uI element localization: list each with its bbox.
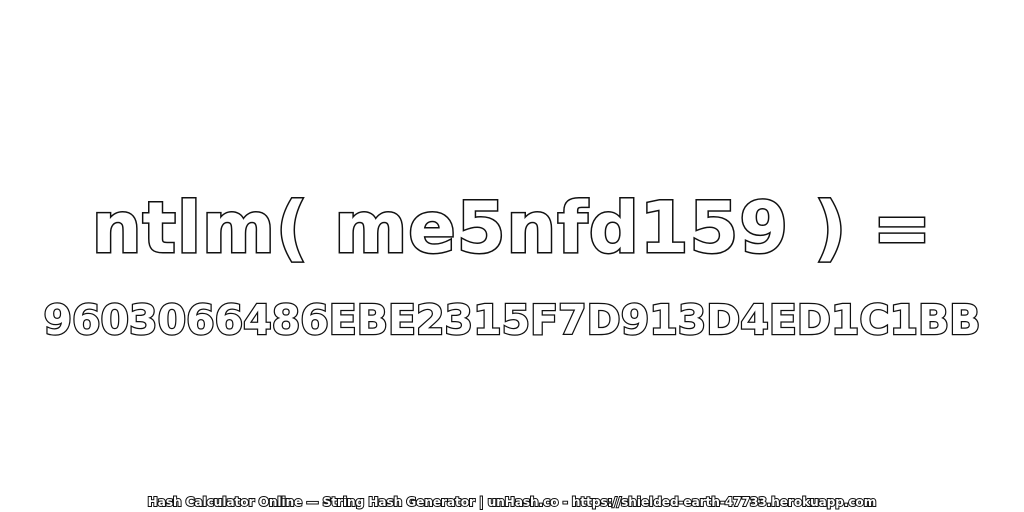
footer-credit: Hash Calculator Online — String Hash Gen… xyxy=(147,494,878,510)
hash-result: 9603066486EBE2315F7D913D4ED1C1BB xyxy=(42,295,982,346)
hash-expression: ntlm( me5nfd159 ) = xyxy=(90,186,933,271)
